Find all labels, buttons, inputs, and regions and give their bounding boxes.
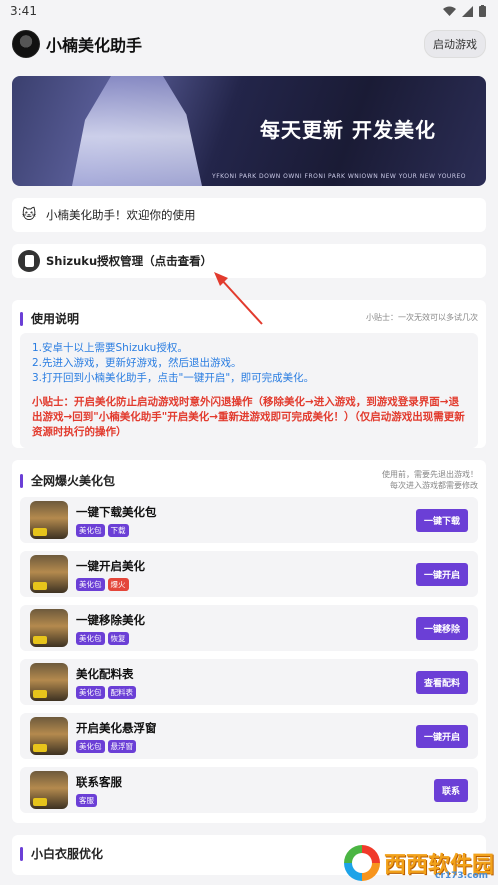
- shizuku-text: Shizuku授权管理（点击查看）: [46, 254, 213, 268]
- list-item: 一键下载美化包 美化包 下载 一键下载: [20, 497, 478, 544]
- list-item: 一键移除美化 美化包 恢复 一键移除: [20, 605, 478, 652]
- wifi-icon: [443, 6, 456, 16]
- packs-tip-line2: 每次进入游戏都需要修改: [390, 480, 478, 490]
- app-bar: 小楠美化助手 启动游戏: [0, 22, 498, 66]
- tag: 恢复: [107, 631, 129, 645]
- packs-card: 全网爆火美化包 使用前，需要先退出游戏！ 每次进入游戏都需要修改 一键下载美化包…: [12, 460, 486, 824]
- game-icon: [30, 771, 68, 810]
- item-title: 开启美化悬浮窗: [76, 720, 157, 735]
- watermark-sub: cr173.com: [435, 871, 488, 881]
- instruction-step: 2.先进入游戏，更新好游戏，然后退出游戏。: [32, 357, 242, 370]
- packs-tip-line1: 使用前，需要先退出游戏！: [382, 470, 478, 480]
- list-item: 联系客服 客服 联系: [20, 767, 478, 814]
- app-title: 小楠美化助手: [46, 36, 143, 55]
- tag: 美化包: [76, 577, 105, 591]
- tag: 客服: [76, 793, 97, 807]
- tag: 美化包: [76, 685, 105, 699]
- packs-header: 全网爆火美化包 使用前，需要先退出游戏！ 每次进入游戏都需要修改: [12, 460, 486, 497]
- banner-headline: 每天更新 开发美化: [260, 118, 436, 142]
- instruction-step: 3.打开回到小楠美化助手，点击"一键开启"，即可完成美化。: [32, 372, 315, 385]
- welcome-text: 小楠美化助手！欢迎你的使用: [46, 208, 196, 222]
- banner-small-text: YFKONI PARK DOWN OWNI FRONI PARK WNIOWN …: [212, 173, 466, 180]
- game-icon: [30, 663, 68, 702]
- banner[interactable]: 每天更新 开发美化 YFKONI PARK DOWN OWNI FRONI PA…: [12, 76, 486, 186]
- view-ingredients-button[interactable]: 查看配料: [415, 670, 468, 694]
- item-title: 一键开启美化: [76, 558, 145, 573]
- tag: 美化包: [76, 739, 105, 753]
- list-item: 开启美化悬浮窗 美化包 悬浮窗 一键开启: [20, 713, 478, 760]
- welcome-row: 🐱 小楠美化助手！欢迎你的使用: [12, 198, 486, 232]
- game-icon: [30, 501, 68, 540]
- item-title: 一键下载美化包: [76, 504, 157, 519]
- tag: 下载: [107, 523, 129, 537]
- instructions-title: 使用说明: [31, 312, 80, 326]
- enable-beautify-button[interactable]: 一键开启: [415, 562, 468, 586]
- tag: 美化包: [76, 523, 105, 537]
- contact-support-button[interactable]: 联系: [433, 778, 468, 802]
- status-bar: 3:41: [0, 0, 498, 22]
- shizuku-icon: [18, 250, 40, 272]
- list-item: 一键开启美化 美化包 爆火 一键开启: [20, 551, 478, 598]
- watermark-logo-icon: [343, 845, 380, 881]
- instructions-body: 1.安卓十以上需要Shizuku授权。 2.先进入游戏，更新好游戏，然后退出游戏…: [20, 333, 478, 449]
- instructions-tip: 小贴士：一次无效可以多试几次: [366, 313, 478, 323]
- status-icons: [443, 5, 486, 17]
- item-title: 美化配料表: [76, 666, 134, 681]
- watermark: 西西软件园 cr173.com: [343, 845, 494, 881]
- game-icon: [30, 609, 68, 648]
- game-icon: [30, 555, 68, 594]
- cat-mascot-icon: 🐱: [21, 207, 37, 223]
- pointer-arrow-icon: [214, 272, 263, 325]
- tag: 悬浮窗: [107, 739, 136, 753]
- instruction-warning: 小贴士：开启美化防止启动游戏时意外闪退操作（移除美化→进入游戏，到游戏登录界面→…: [32, 395, 465, 439]
- item-title: 一键移除美化: [76, 612, 145, 627]
- tag: 爆火: [107, 577, 129, 591]
- enable-floating-window-button[interactable]: 一键开启: [415, 724, 468, 748]
- packs-title: 全网爆火美化包: [31, 474, 116, 489]
- battery-icon: [479, 5, 486, 17]
- game-icon: [30, 717, 68, 756]
- section-bar: [20, 311, 23, 326]
- section-bar: [20, 846, 23, 861]
- section-bar: [20, 473, 23, 488]
- instruction-step: 1.安卓十以上需要Shizuku授权。: [32, 342, 188, 354]
- launch-game-button[interactable]: 启动游戏: [424, 30, 486, 58]
- tag: 美化包: [76, 631, 105, 645]
- banner-artwork: [72, 76, 202, 186]
- download-pack-button[interactable]: 一键下载: [415, 508, 468, 532]
- item-title: 联系客服: [76, 774, 122, 789]
- tag: 配料表: [107, 685, 136, 699]
- remove-beautify-button[interactable]: 一键移除: [415, 616, 468, 640]
- packs-tip: 使用前，需要先退出游戏！ 每次进入游戏都需要修改: [382, 470, 478, 491]
- app-avatar: [12, 30, 40, 58]
- signal-icon: [462, 5, 473, 17]
- status-time: 3:41: [10, 4, 37, 18]
- list-item: 美化配料表 美化包 配料表 查看配料: [20, 659, 478, 706]
